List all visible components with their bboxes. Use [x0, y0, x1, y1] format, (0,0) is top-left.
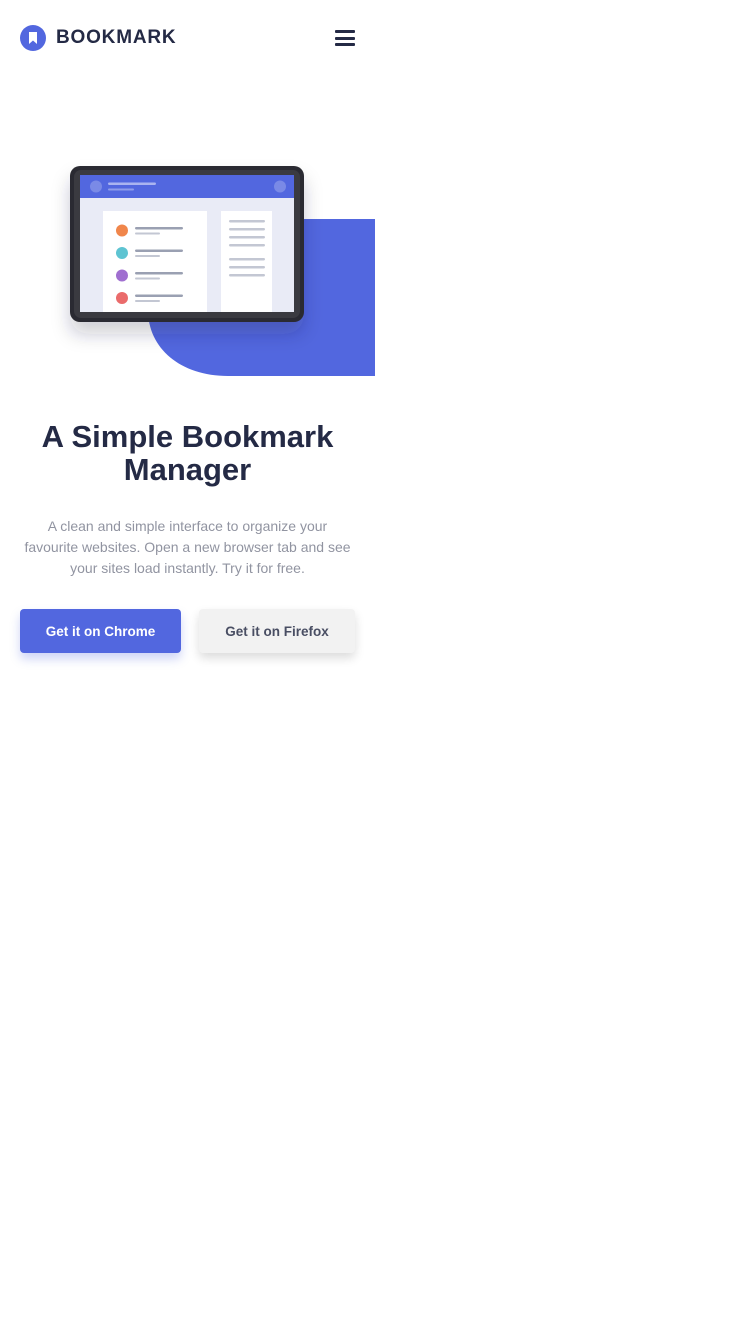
- logo[interactable]: BOOKMARK: [20, 25, 176, 51]
- get-it-on-chrome-button[interactable]: Get it on Chrome: [20, 609, 181, 653]
- bookmark-icon: [20, 25, 46, 51]
- bookmark-dot-red: [116, 292, 128, 304]
- hero-description: A clean and simple interface to organize…: [24, 518, 351, 576]
- logo-text: BOOKMARK: [56, 27, 177, 48]
- hero-title: A Simple Bookmark Manager: [41, 419, 334, 487]
- site-header: BOOKMARK: [20, 24, 355, 52]
- bookmark-dot-purple: [116, 269, 128, 282]
- bookmark-dot-orange: [116, 224, 128, 237]
- get-it-on-firefox-button[interactable]: Get it on Firefox: [199, 609, 355, 653]
- bookmark-dot-teal: [116, 247, 128, 259]
- tablet-bookmark-illustration: [0, 150, 375, 380]
- hamburger-menu-icon[interactable]: [335, 30, 355, 46]
